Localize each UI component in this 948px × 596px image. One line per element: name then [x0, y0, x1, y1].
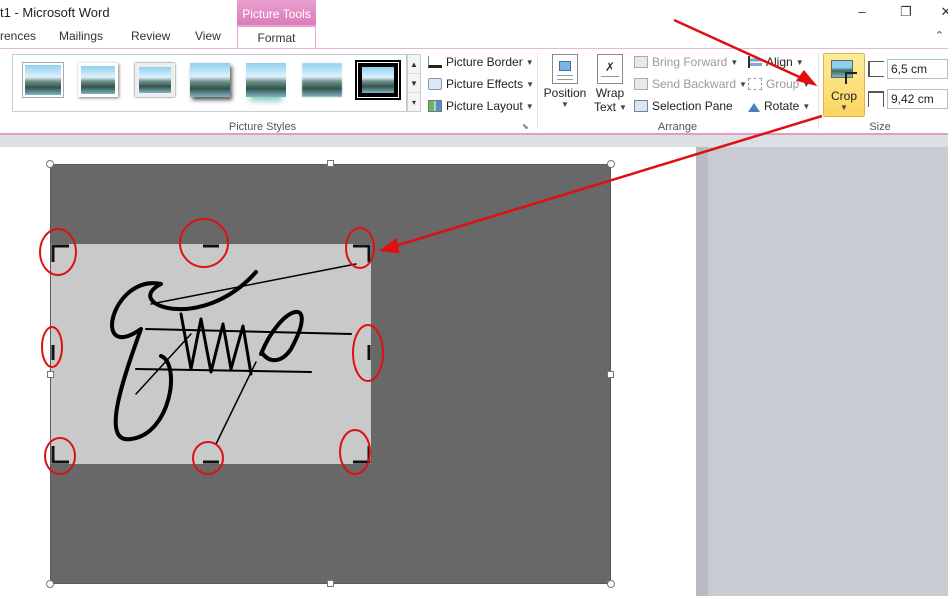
picture-layout-button[interactable]: Picture Layout ▼: [428, 99, 534, 113]
close-icon[interactable]: ✕: [936, 4, 948, 20]
bring-forward-button[interactable]: Bring Forward ▼: [634, 55, 738, 69]
bring-forward-icon: [634, 56, 648, 68]
resize-handle-nw[interactable]: [46, 160, 54, 168]
gallery-scroll[interactable]: ▲ ▼ ▾: [407, 54, 421, 112]
tab-references[interactable]: rences: [0, 29, 36, 43]
position-icon: [552, 54, 578, 84]
group-separator: [818, 53, 819, 129]
gallery-up-icon[interactable]: ▲: [408, 55, 420, 74]
tab-mailings[interactable]: Mailings: [59, 29, 103, 43]
height-field[interactable]: 6,5 cm: [887, 59, 948, 79]
signature-drawing: [110, 263, 357, 445]
picture-effects-button[interactable]: Picture Effects ▼: [428, 77, 534, 91]
group-button[interactable]: Group ▼: [748, 77, 810, 91]
signature-picture[interactable]: [51, 244, 371, 464]
title-bar: t1 - Microsoft Word Picture Tools – ❐ ✕: [0, 0, 948, 26]
tab-format[interactable]: Format: [237, 25, 316, 49]
window-title: t1 - Microsoft Word: [0, 5, 110, 20]
selection-pane-button[interactable]: Selection Pane: [634, 99, 733, 113]
crop-button[interactable]: Crop ▼: [823, 53, 865, 117]
page-edge: [696, 147, 708, 596]
picture-border-icon: [428, 56, 442, 68]
position-button[interactable]: Position ▼: [543, 54, 587, 109]
picture-style-thumb[interactable]: [302, 63, 342, 97]
resize-handle-sw[interactable]: [46, 580, 54, 588]
send-backward-button[interactable]: Send Backward ▼: [634, 77, 747, 91]
resize-handle-s[interactable]: [327, 580, 334, 587]
rotate-button[interactable]: Rotate ▼: [748, 99, 810, 113]
ribbon-collapse-icon[interactable]: ⌃: [935, 29, 944, 42]
selection-pane-icon: [634, 100, 648, 112]
picture-styles-gallery[interactable]: [12, 54, 407, 112]
tab-review[interactable]: Review: [131, 29, 170, 43]
picture-styles-group-label: Picture Styles: [228, 121, 297, 133]
resize-handle-e[interactable]: [607, 371, 614, 378]
picture-style-thumb[interactable]: [246, 63, 286, 97]
width-icon: [868, 91, 884, 107]
picture-tools-context-tab: Picture Tools: [237, 0, 316, 26]
width-field[interactable]: 9,42 cm: [887, 89, 948, 109]
picture-style-thumb[interactable]: [190, 63, 230, 97]
picture-style-thumb[interactable]: [355, 60, 401, 100]
wrap-text-button[interactable]: ✗ Wrap Text ▼: [594, 54, 627, 114]
align-icon: [748, 56, 762, 68]
picture-effects-icon: [428, 78, 442, 90]
dialog-launcher-icon[interactable]: ⬊: [522, 122, 529, 131]
size-group-label: Size: [869, 121, 891, 133]
group-icon: [748, 78, 762, 90]
group-separator: [537, 53, 538, 129]
restore-icon[interactable]: ❐: [896, 4, 916, 20]
tab-view[interactable]: View: [195, 29, 221, 43]
resize-handle-se[interactable]: [607, 580, 615, 588]
picture-style-thumb[interactable]: [23, 63, 63, 97]
wrap-text-icon: ✗: [597, 54, 623, 84]
gallery-more-icon[interactable]: ▾: [408, 93, 420, 112]
height-icon: [868, 61, 884, 77]
crop-icon: [829, 58, 859, 86]
resize-handle-n[interactable]: [327, 160, 334, 167]
arrange-group-label: Arrange: [657, 121, 698, 133]
rotate-icon: [748, 103, 760, 112]
picture-border-button[interactable]: Picture Border ▼: [428, 55, 534, 69]
send-backward-icon: [634, 78, 648, 90]
picture-layout-icon: [428, 100, 442, 112]
resize-handle-w[interactable]: [47, 371, 54, 378]
ribbon-tabs: rences Mailings Review View Format ⌃: [0, 25, 948, 49]
minimize-icon[interactable]: –: [852, 4, 872, 19]
resize-handle-ne[interactable]: [607, 160, 615, 168]
picture-style-thumb[interactable]: [78, 63, 118, 97]
align-button[interactable]: Align ▼: [748, 55, 804, 69]
picture-style-thumb[interactable]: [135, 63, 175, 97]
gallery-down-icon[interactable]: ▼: [408, 74, 420, 93]
ruler-strip: [0, 135, 948, 147]
ribbon: ▲ ▼ ▾ Picture Border ▼ Picture Effects ▼ P…: [0, 48, 948, 135]
